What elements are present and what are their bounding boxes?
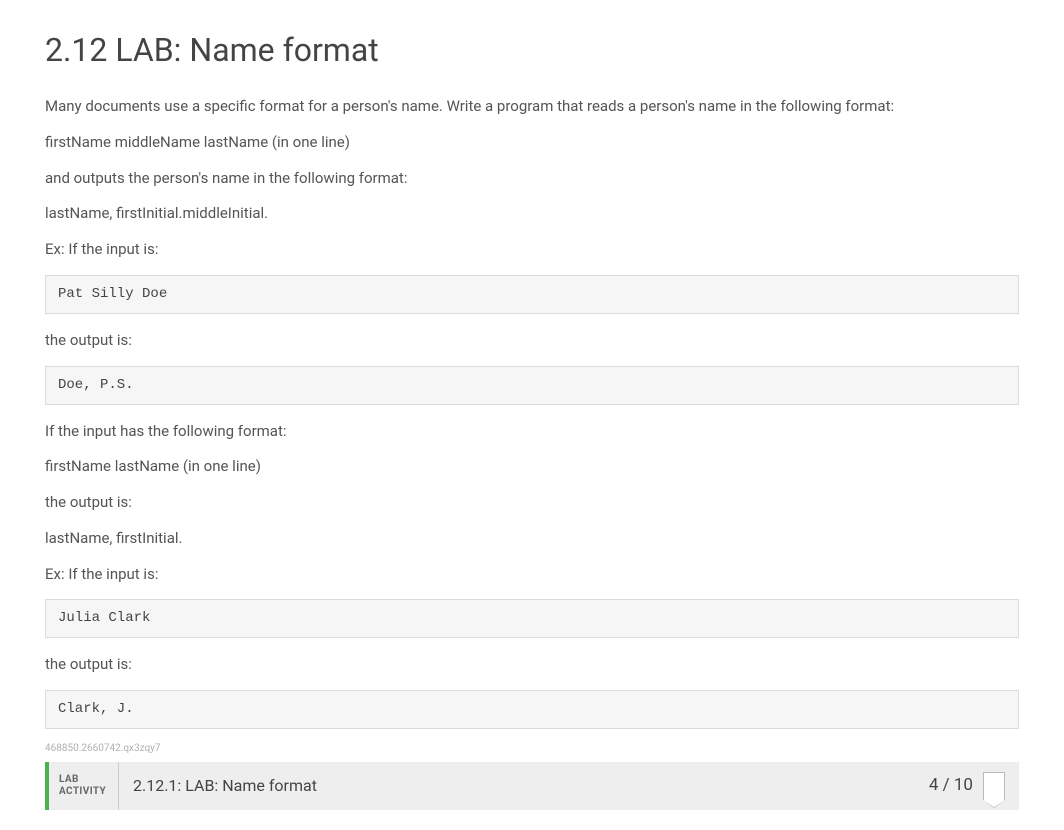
output-is-1: the output is: (45, 330, 1019, 352)
output-desc-1: and outputs the person's name in the fol… (45, 168, 1019, 190)
output-is-3: the output is: (45, 654, 1019, 676)
output-format-1: lastName, firstInitial.middleInitial. (45, 203, 1019, 225)
code-output-2: Clark, J. (45, 690, 1019, 729)
output-is-2: the output is: (45, 492, 1019, 514)
activity-score: 4 / 10 (929, 773, 973, 799)
page-title: 2.12 LAB: Name format (45, 26, 1019, 74)
alt-format-intro: If the input has the following format: (45, 421, 1019, 443)
activity-label: LAB ACTIVITY (49, 762, 119, 810)
input-format-1: firstName middleName lastName (in one li… (45, 132, 1019, 154)
output-format-2: lastName, firstInitial. (45, 528, 1019, 550)
example-intro-2: Ex: If the input is: (45, 564, 1019, 586)
input-format-2: firstName lastName (in one line) (45, 456, 1019, 478)
activity-title: 2.12.1: LAB: Name format (119, 762, 915, 810)
activity-score-container: 4 / 10 (915, 762, 1019, 810)
activity-label-line1: LAB (59, 774, 108, 787)
code-input-2: Julia Clark (45, 599, 1019, 638)
lab-activity-bar: LAB ACTIVITY 2.12.1: LAB: Name format 4 … (45, 762, 1019, 810)
example-intro-1: Ex: If the input is: (45, 239, 1019, 261)
intro-text: Many documents use a specific format for… (45, 96, 1019, 118)
resource-id: 468850.2660742.qx3zqy7 (45, 741, 1019, 756)
code-input-1: Pat Silly Doe (45, 275, 1019, 314)
bookmark-icon[interactable] (983, 772, 1005, 800)
activity-label-line2: ACTIVITY (59, 786, 108, 799)
code-output-1: Doe, P.S. (45, 366, 1019, 405)
